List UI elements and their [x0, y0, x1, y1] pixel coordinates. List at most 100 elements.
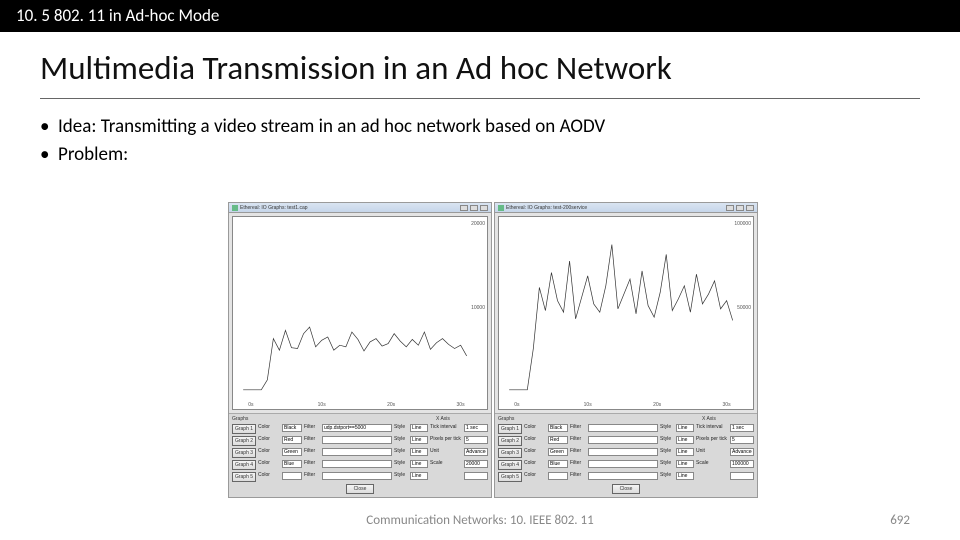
- label-color: Color: [258, 436, 280, 446]
- minimize-icon[interactable]: [460, 205, 468, 211]
- filter-input[interactable]: [588, 460, 658, 468]
- color-select[interactable]: [282, 460, 302, 468]
- graph-toggle-button[interactable]: Graph 5: [498, 472, 522, 482]
- header-xaxis: X Axis: [436, 416, 488, 422]
- label-color: Color: [524, 448, 546, 458]
- axis-option-label: Scale: [430, 460, 462, 470]
- filter-input[interactable]: [588, 424, 658, 432]
- label-style: Style: [394, 460, 408, 470]
- graph-toggle-button[interactable]: Graph 2: [498, 436, 522, 446]
- bullet-item: Idea: Transmitting a video stream in an …: [40, 113, 920, 141]
- line-chart: 20000100000s10s20s30s: [232, 216, 488, 410]
- axis-option-input[interactable]: [730, 472, 754, 480]
- axis-option-label: Pixels per tick: [430, 436, 462, 446]
- style-select[interactable]: [410, 448, 428, 456]
- chart-svg: [233, 217, 487, 409]
- axis-option-label: [696, 472, 728, 482]
- color-select[interactable]: [548, 448, 568, 456]
- axis-option-input[interactable]: [464, 472, 488, 480]
- graph-toggle-button[interactable]: Graph 4: [498, 460, 522, 470]
- style-select[interactable]: [410, 424, 428, 432]
- axis-option-input[interactable]: [464, 460, 488, 468]
- window-title: Ethereal: IO Graphs: test1.cap: [240, 205, 458, 211]
- filter-input[interactable]: [588, 472, 658, 480]
- graph-toggle-button[interactable]: Graph 3: [232, 448, 256, 458]
- title-divider: [40, 98, 920, 99]
- axis-option-label: Unit: [696, 448, 728, 458]
- style-select[interactable]: [410, 472, 428, 480]
- filter-input[interactable]: [322, 424, 392, 432]
- filter-input[interactable]: [588, 436, 658, 444]
- axis-option-label: Tick interval: [696, 424, 728, 434]
- filter-input[interactable]: [588, 448, 658, 456]
- color-select[interactable]: [548, 436, 568, 444]
- embedded-screenshots: Ethereal: IO Graphs: test1.cap 2000010000…: [228, 202, 688, 498]
- label-filter: Filter: [570, 472, 586, 482]
- graph-toggle-button[interactable]: Graph 5: [232, 472, 256, 482]
- section-header: 10. 5 802. 11 in Ad-hoc Mode: [0, 0, 960, 32]
- label-style: Style: [394, 448, 408, 458]
- graph-config-row: Graph 4ColorFilterStyleScale: [498, 460, 754, 470]
- label-style: Style: [660, 460, 674, 470]
- io-graph-window-left: Ethereal: IO Graphs: test1.cap 2000010000…: [228, 202, 492, 498]
- label-style: Style: [394, 424, 408, 434]
- maximize-icon[interactable]: [470, 205, 478, 211]
- axis-option-input[interactable]: [464, 424, 488, 432]
- style-select[interactable]: [676, 424, 694, 432]
- label-style: Style: [394, 472, 408, 482]
- filter-input[interactable]: [322, 460, 392, 468]
- label-style: Style: [394, 436, 408, 446]
- minimize-icon[interactable]: [726, 205, 734, 211]
- style-select[interactable]: [676, 472, 694, 480]
- graph-toggle-button[interactable]: Graph 3: [498, 448, 522, 458]
- header-graphs: Graphs: [232, 416, 434, 422]
- data-line: [243, 327, 467, 390]
- label-color: Color: [524, 436, 546, 446]
- maximize-icon[interactable]: [736, 205, 744, 211]
- graph-toggle-button[interactable]: Graph 1: [232, 424, 256, 434]
- label-color: Color: [258, 460, 280, 470]
- color-select[interactable]: [282, 472, 302, 480]
- label-filter: Filter: [304, 472, 320, 482]
- close-icon[interactable]: [480, 205, 488, 211]
- style-select[interactable]: [410, 460, 428, 468]
- graph-config-row: Graph 3ColorFilterStyleUnit: [232, 448, 488, 458]
- close-button[interactable]: Close: [612, 484, 640, 494]
- style-select[interactable]: [676, 460, 694, 468]
- label-filter: Filter: [570, 424, 586, 434]
- style-select[interactable]: [410, 436, 428, 444]
- graph-config-row: Graph 3ColorFilterStyleUnit: [498, 448, 754, 458]
- filter-input[interactable]: [322, 472, 392, 480]
- color-select[interactable]: [548, 424, 568, 432]
- axis-option-input[interactable]: [730, 460, 754, 468]
- graph-config-row: Graph 1ColorFilterStyleTick interval: [498, 424, 754, 434]
- graph-toggle-button[interactable]: Graph 2: [232, 436, 256, 446]
- app-icon: [498, 205, 504, 211]
- close-icon[interactable]: [746, 205, 754, 211]
- axis-option-input[interactable]: [464, 436, 488, 444]
- color-select[interactable]: [282, 448, 302, 456]
- label-filter: Filter: [304, 460, 320, 470]
- label-filter: Filter: [304, 424, 320, 434]
- axis-option-input[interactable]: [730, 424, 754, 432]
- color-select[interactable]: [282, 424, 302, 432]
- graph-toggle-button[interactable]: Graph 1: [498, 424, 522, 434]
- axis-option-input[interactable]: [730, 436, 754, 444]
- style-select[interactable]: [676, 448, 694, 456]
- label-filter: Filter: [570, 460, 586, 470]
- close-button[interactable]: Close: [346, 484, 374, 494]
- graph-toggle-button[interactable]: Graph 4: [232, 460, 256, 470]
- filter-input[interactable]: [322, 448, 392, 456]
- label-style: Style: [660, 448, 674, 458]
- graph-config-row: Graph 2ColorFilterStylePixels per tick: [498, 436, 754, 446]
- axis-option-input[interactable]: [464, 448, 488, 456]
- color-select[interactable]: [282, 436, 302, 444]
- color-select[interactable]: [548, 460, 568, 468]
- color-select[interactable]: [548, 472, 568, 480]
- style-select[interactable]: [676, 436, 694, 444]
- label-color: Color: [258, 472, 280, 482]
- filter-input[interactable]: [322, 436, 392, 444]
- label-color: Color: [258, 424, 280, 434]
- axis-option-input[interactable]: [730, 448, 754, 456]
- label-color: Color: [258, 448, 280, 458]
